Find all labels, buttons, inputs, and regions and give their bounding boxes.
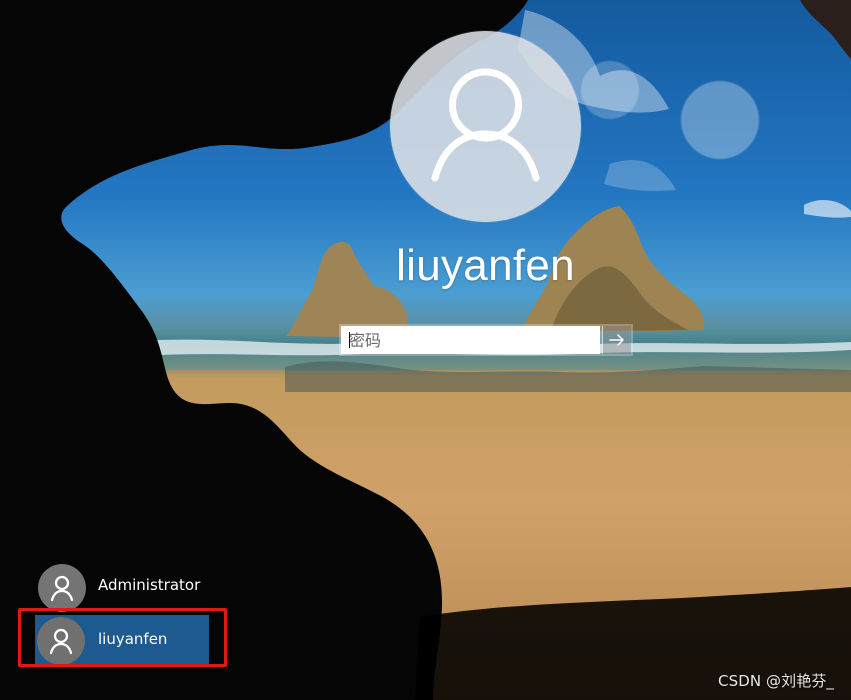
user-item-liuyanfen[interactable]: liuyanfen — [35, 615, 209, 665]
user-name-label: Administrator — [98, 576, 201, 594]
watermark-text: CSDN @刘艳芬_ — [718, 672, 835, 690]
user-icon — [49, 628, 73, 655]
user-switcher: Administrator liuyanfen — [0, 0, 851, 700]
user-avatar — [38, 564, 86, 612]
user-icon — [50, 575, 74, 602]
user-avatar — [37, 617, 85, 665]
user-name-label: liuyanfen — [98, 630, 168, 648]
login-screen: liuyanfen Administrator liuyanfen CSDN @… — [0, 0, 851, 700]
user-item-administrator[interactable]: Administrator — [35, 561, 209, 612]
